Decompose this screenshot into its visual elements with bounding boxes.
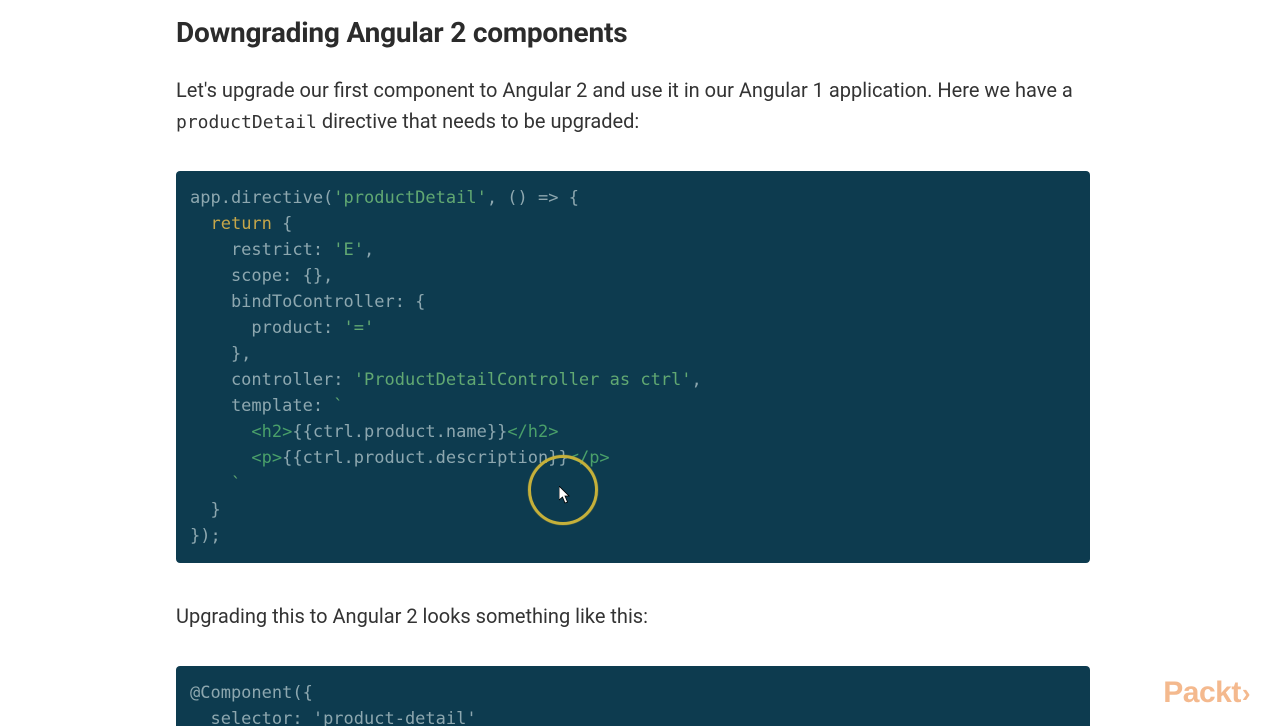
packt-logo: Packt› bbox=[1163, 676, 1250, 710]
inline-code-productdetail: productDetail bbox=[176, 112, 317, 133]
logo-arrow-icon: › bbox=[1242, 678, 1250, 709]
para-text-b: directive that needs to be upgraded: bbox=[317, 109, 639, 133]
section-heading: Downgrading Angular 2 components bbox=[176, 16, 1090, 49]
logo-text: Packt bbox=[1163, 676, 1241, 710]
para-text-a: Let's upgrade our first component to Ang… bbox=[176, 78, 1073, 102]
transition-paragraph: Upgrading this to Angular 2 looks someth… bbox=[176, 601, 1090, 632]
intro-paragraph: Let's upgrade our first component to Ang… bbox=[176, 75, 1090, 137]
code-block-2: @Component({ selector: 'product-detail' bbox=[176, 666, 1090, 726]
code-block-1: app.directive('productDetail', () => { r… bbox=[176, 171, 1090, 563]
